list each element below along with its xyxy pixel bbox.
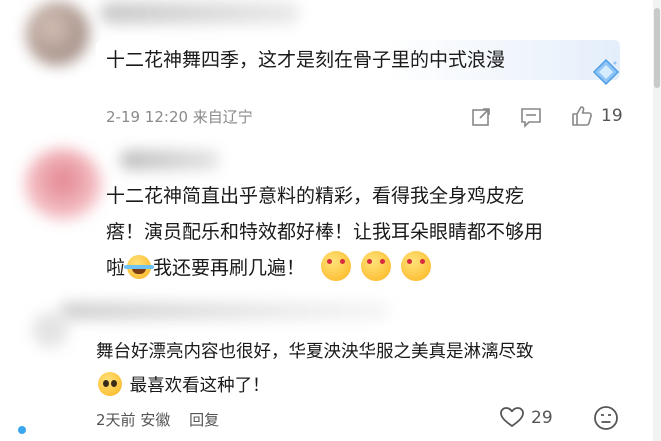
comment-meta: 2天前 安徽 回复 xyxy=(96,409,219,430)
comment-line: 啦 我还要再刷几遍！ xyxy=(106,250,626,286)
username[interactable] xyxy=(120,150,220,170)
comment-text: 舞台好漂亮内容也很好，华夏泱泱华服之美真是淋漓尽致 最喜欢看这种了！ xyxy=(96,335,626,403)
comment-fragment: 我还要再刷几遍！ xyxy=(153,257,306,279)
comment-icon[interactable] xyxy=(519,106,543,128)
emoji-reaction-icon[interactable] xyxy=(593,405,619,431)
heart-eyes-emoji xyxy=(361,251,392,281)
heart-eyes-emoji xyxy=(401,251,432,281)
heart-icon[interactable] xyxy=(499,405,525,429)
comment-line: 瘩！演员配乐和特效都好棒！让我耳朵眼睛都不够用 xyxy=(106,221,544,243)
comment-feed: 十二花神舞四季，这才是刻在骨子里的中式浪漫 2-19 12:20 来自辽宁 19… xyxy=(0,0,661,441)
thumbs-up-icon[interactable] xyxy=(570,104,594,128)
avatar[interactable] xyxy=(24,148,102,220)
comment-fragment: 最喜欢看这种了！ xyxy=(129,376,270,396)
comment-text: 十二花神舞四季，这才是刻在骨子里的中式浪漫 xyxy=(106,49,506,71)
share-icon[interactable] xyxy=(470,106,492,128)
comment-line: 十二花神简直出乎意料的精彩，看得我全身鸡皮疙 xyxy=(106,185,525,207)
like-count: 29 xyxy=(531,408,553,428)
comment-fragment: 啦 xyxy=(106,257,126,279)
username[interactable] xyxy=(60,302,390,320)
scrollbar-thumb[interactable] xyxy=(654,8,660,88)
username[interactable] xyxy=(100,2,300,24)
like-count: 19 xyxy=(601,106,623,126)
comment-time: 2天前 xyxy=(96,411,136,429)
pleading-emoji xyxy=(98,372,122,396)
comment-line: 最喜欢看这种了！ xyxy=(96,369,626,403)
comment-line: 舞台好漂亮内容也很好，华夏泱泱华服之美真是淋漓尽致 xyxy=(96,342,534,362)
heart-eyes-emoji xyxy=(321,251,352,281)
reply-button[interactable]: 回复 xyxy=(189,411,219,429)
comment-text: 十二花神简直出乎意料的精彩，看得我全身鸡皮疙 瘩！演员配乐和特效都好棒！让我耳朵… xyxy=(106,178,626,286)
laugh-cry-emoji xyxy=(124,255,155,279)
comment-location: 安徽 xyxy=(140,411,171,429)
comment-meta: 2-19 12:20 来自辽宁 xyxy=(106,108,253,126)
diamond-badge-icon xyxy=(592,58,620,86)
cursor-indicator xyxy=(18,426,26,434)
avatar[interactable] xyxy=(26,2,90,66)
